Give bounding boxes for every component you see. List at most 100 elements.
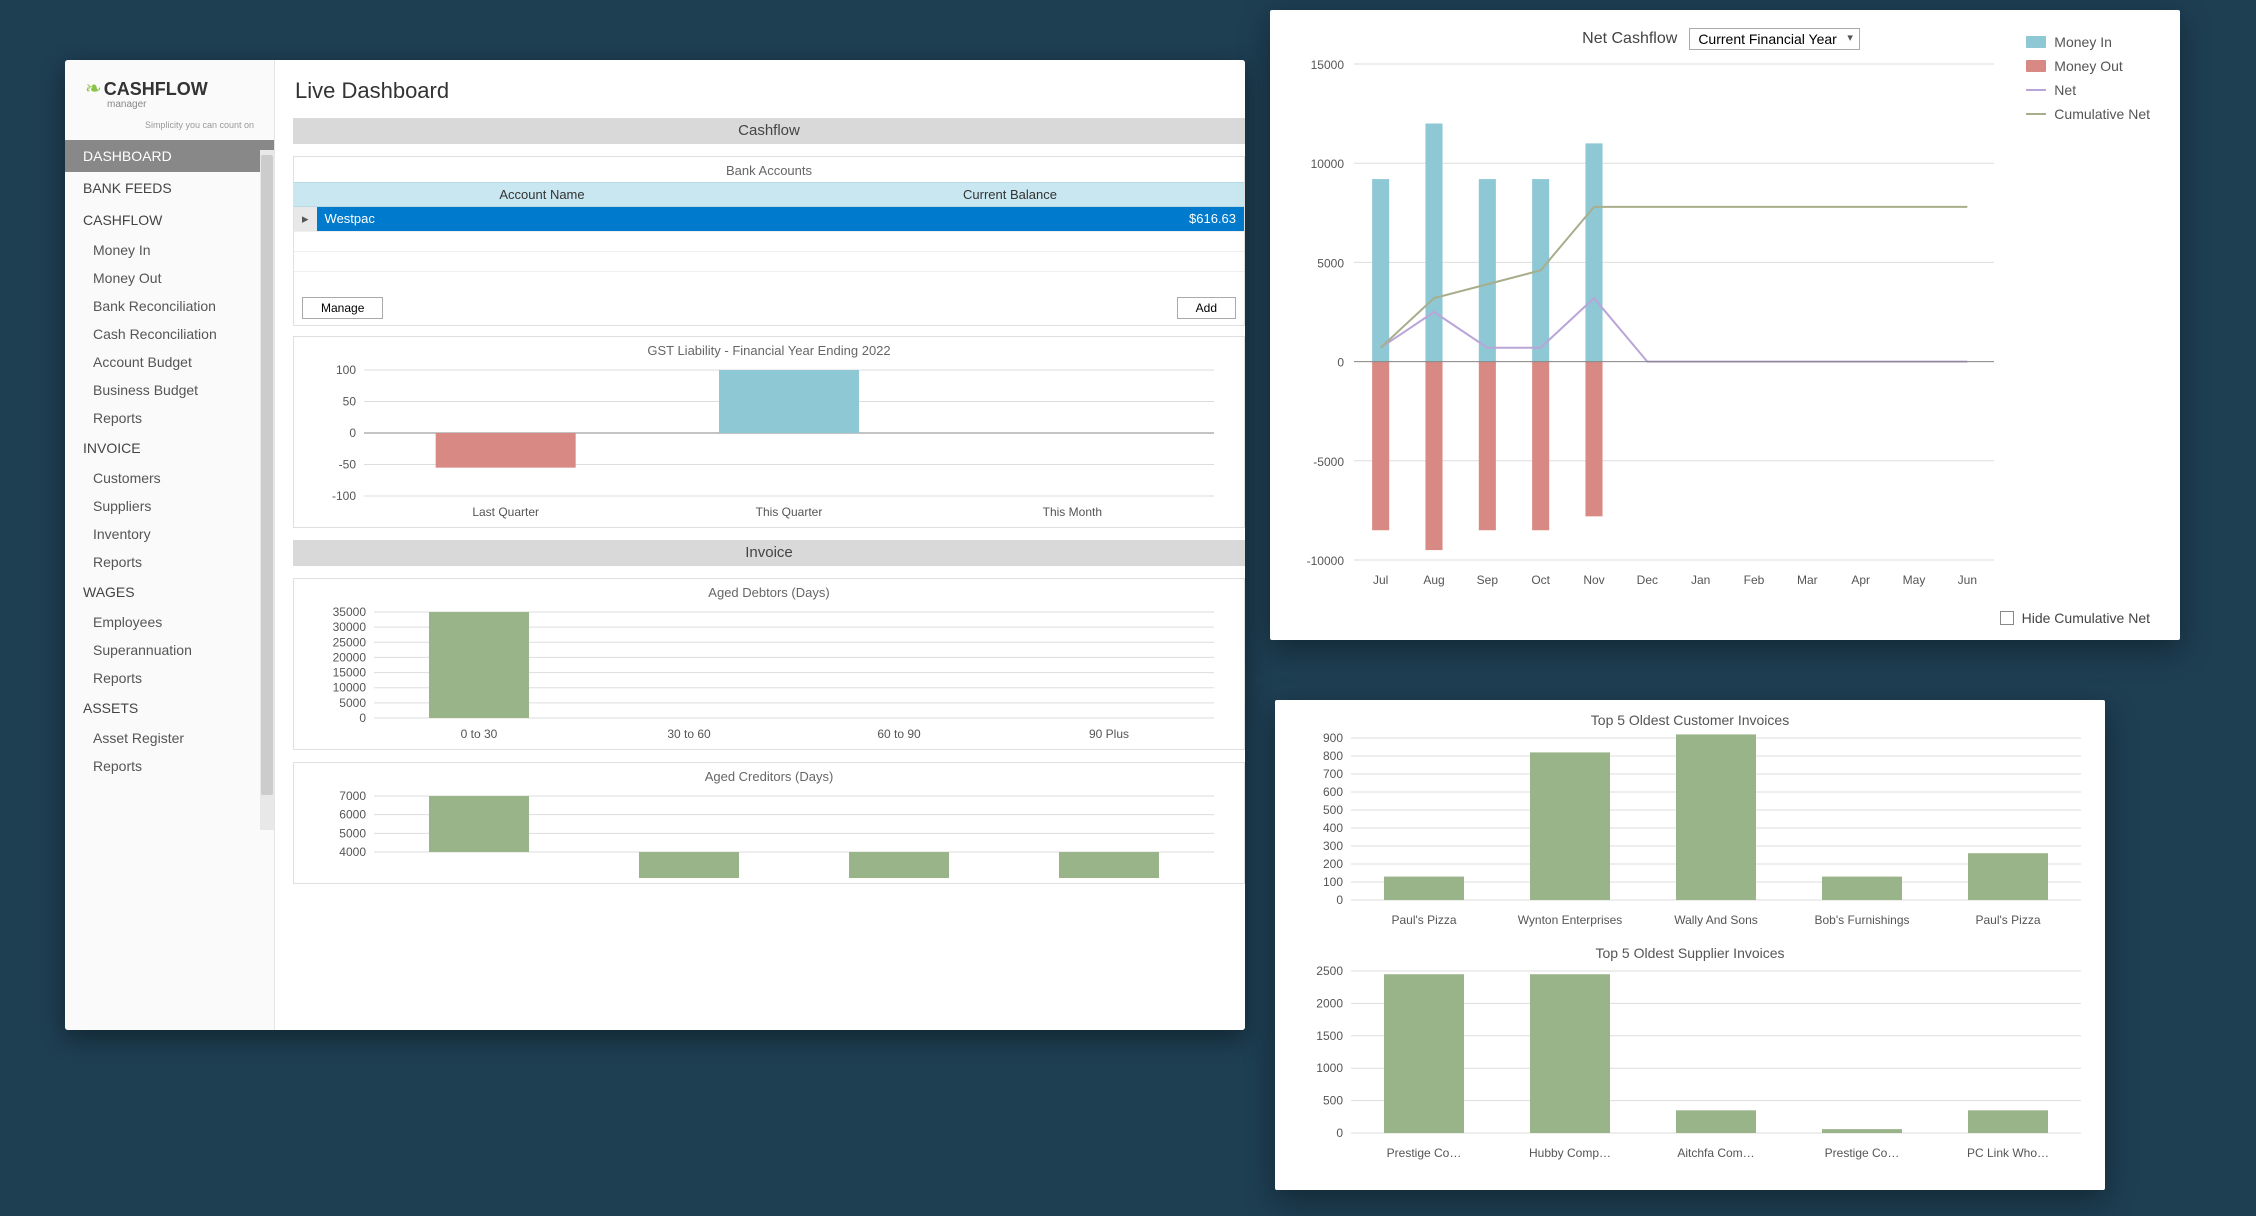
logo: ❧CASHFLOW manager	[65, 60, 274, 118]
svg-text:Aug: Aug	[1423, 573, 1444, 587]
svg-text:-50: -50	[339, 458, 357, 472]
add-button[interactable]: Add	[1177, 297, 1236, 319]
nav-item[interactable]: Superannuation	[65, 636, 274, 664]
svg-text:Prestige Co…: Prestige Co…	[1387, 1146, 1462, 1160]
svg-text:15000: 15000	[333, 666, 367, 680]
svg-text:400: 400	[1323, 821, 1343, 835]
section-invoice: Invoice	[293, 540, 1245, 566]
svg-text:1500: 1500	[1316, 1029, 1343, 1043]
nav-section[interactable]: BANK FEEDS	[65, 172, 274, 204]
svg-text:800: 800	[1323, 749, 1343, 763]
page-title: Live Dashboard	[293, 78, 1245, 104]
svg-text:Jul: Jul	[1373, 573, 1388, 587]
svg-text:60 to 90: 60 to 90	[877, 727, 921, 741]
nav-item[interactable]: Account Budget	[65, 348, 274, 376]
sidebar-scrollbar-thumb[interactable]	[261, 155, 273, 795]
brand-name: CASHFLOW	[104, 79, 208, 99]
svg-text:Paul's Pizza: Paul's Pizza	[1976, 913, 2041, 927]
svg-text:Oct: Oct	[1531, 573, 1550, 587]
nav-section[interactable]: WAGES	[65, 576, 274, 608]
main-content: Live Dashboard Cashflow Bank Accounts Ac…	[275, 60, 1245, 1030]
legend-cumulative: Cumulative Net	[2054, 106, 2150, 122]
nav-section[interactable]: DASHBOARD	[65, 140, 274, 172]
nav-item[interactable]: Reports	[65, 664, 274, 692]
nav-section[interactable]: ASSETS	[65, 692, 274, 724]
nav-item[interactable]: Reports	[65, 548, 274, 576]
svg-text:200: 200	[1323, 857, 1343, 871]
bank-row-selected[interactable]: ▸ Westpac $616.63	[294, 207, 1244, 231]
nav-item[interactable]: Bank Reconciliation	[65, 292, 274, 320]
nav-item[interactable]: Reports	[65, 404, 274, 432]
svg-text:7000: 7000	[339, 789, 366, 803]
svg-text:35000: 35000	[333, 605, 367, 619]
svg-text:-5000: -5000	[1313, 455, 1344, 469]
svg-text:-100: -100	[332, 489, 356, 503]
bank-col-balance: Current Balance	[776, 183, 1244, 206]
svg-text:Apr: Apr	[1851, 573, 1870, 587]
svg-text:50: 50	[343, 395, 357, 409]
svg-text:5000: 5000	[339, 826, 366, 840]
aged-creditors-chart: 4000 5000 6000 7000	[294, 788, 1224, 878]
bank-header-row: Account Name Current Balance	[294, 182, 1244, 207]
svg-text:May: May	[1903, 573, 1926, 587]
svg-text:Paul's Pizza: Paul's Pizza	[1392, 913, 1457, 927]
aged-debtors-title: Aged Debtors (Days)	[294, 579, 1244, 604]
svg-text:Bob's Furnishings: Bob's Furnishings	[1814, 913, 1909, 927]
bank-account-name: Westpac	[317, 207, 873, 231]
nav-item[interactable]: Money Out	[65, 264, 274, 292]
manage-button[interactable]: Manage	[302, 297, 383, 319]
bank-empty-row	[294, 251, 1244, 271]
svg-text:Dec: Dec	[1637, 573, 1658, 587]
svg-text:4000: 4000	[339, 845, 366, 859]
svg-text:Aitchfa Com…: Aitchfa Com…	[1677, 1146, 1754, 1160]
nav-item[interactable]: Asset Register	[65, 724, 274, 752]
bank-panel-title: Bank Accounts	[294, 157, 1244, 182]
svg-text:1000: 1000	[1316, 1061, 1343, 1075]
svg-text:Wally And Sons: Wally And Sons	[1674, 913, 1758, 927]
svg-text:2500: 2500	[1316, 964, 1343, 978]
legend-net: Net	[2054, 82, 2076, 98]
svg-text:This Quarter: This Quarter	[756, 505, 823, 519]
sidebar: ❧CASHFLOW manager Simplicity you can cou…	[65, 60, 275, 1030]
svg-text:600: 600	[1323, 785, 1343, 799]
svg-text:0: 0	[1337, 356, 1344, 370]
legend-money-out: Money Out	[2054, 58, 2122, 74]
svg-text:90 Plus: 90 Plus	[1089, 727, 1129, 741]
svg-text:Feb: Feb	[1744, 573, 1765, 587]
nav-item[interactable]: Inventory	[65, 520, 274, 548]
svg-text:Prestige Co…: Prestige Co…	[1825, 1146, 1900, 1160]
svg-text:Sep: Sep	[1477, 573, 1499, 587]
top-customer-title: Top 5 Oldest Customer Invoices	[1291, 712, 2089, 728]
bank-col-name: Account Name	[308, 183, 776, 206]
bank-empty-row	[294, 271, 1244, 291]
svg-text:300: 300	[1323, 839, 1343, 853]
period-select[interactable]: Current Financial Year	[1689, 28, 1860, 50]
nav-item[interactable]: Customers	[65, 464, 274, 492]
app-window: ❧CASHFLOW manager Simplicity you can cou…	[65, 60, 1245, 1030]
gst-chart-panel: GST Liability - Financial Year Ending 20…	[293, 336, 1245, 528]
nav-item[interactable]: Employees	[65, 608, 274, 636]
hide-cumulative-checkbox[interactable]: Hide Cumulative Net	[2000, 610, 2150, 626]
svg-text:0: 0	[1336, 1126, 1343, 1140]
period-select-value: Current Financial Year	[1698, 31, 1837, 47]
svg-text:0 to 30: 0 to 30	[461, 727, 498, 741]
nav-item[interactable]: Money In	[65, 236, 274, 264]
bank-accounts-panel: Bank Accounts Account Name Current Balan…	[293, 156, 1245, 326]
svg-text:700: 700	[1323, 767, 1343, 781]
svg-text:900: 900	[1323, 731, 1343, 745]
nav-item[interactable]: Suppliers	[65, 492, 274, 520]
bank-empty-row	[294, 231, 1244, 251]
top-invoices-panel: Top 5 Oldest Customer Invoices 010020030…	[1275, 700, 2105, 1190]
svg-text:Hubby Comp…: Hubby Comp…	[1529, 1146, 1611, 1160]
nav-item[interactable]: Reports	[65, 752, 274, 780]
svg-text:6000: 6000	[339, 808, 366, 822]
nav-section[interactable]: CASHFLOW	[65, 204, 274, 236]
nav-section[interactable]: INVOICE	[65, 432, 274, 464]
nav-item[interactable]: Business Budget	[65, 376, 274, 404]
hide-cumulative-label: Hide Cumulative Net	[2022, 610, 2150, 626]
section-cashflow: Cashflow	[293, 118, 1245, 144]
svg-text:20000: 20000	[333, 650, 367, 664]
row-marker-icon: ▸	[294, 207, 317, 231]
nav-item[interactable]: Cash Reconciliation	[65, 320, 274, 348]
svg-text:Mar: Mar	[1797, 573, 1818, 587]
